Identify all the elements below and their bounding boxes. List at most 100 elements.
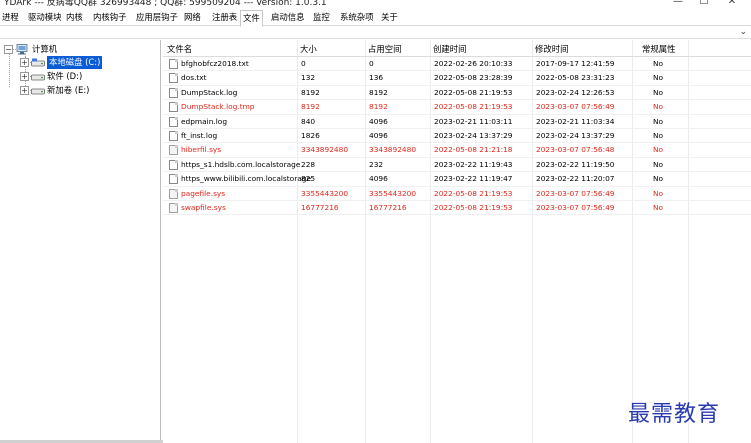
table-row[interactable]: ft_inst.log 1826 4096 2023-02-24 13:37:29 20… (163, 129, 751, 143)
column-header-size[interactable]: 大小 (300, 43, 317, 56)
cell-used: 0 (369, 59, 374, 68)
table-row[interactable]: dos.txt 132 136 2022-05-08 23:28:39 2022-05-… (163, 71, 751, 85)
cell-modified: 2017-09-17 12:41:59 (536, 59, 615, 68)
cell-created: 2022-05-08 23:28:39 (434, 73, 513, 83)
table-row[interactable]: DumpStack.log 8192 8192 2022-05-08 21:19:53… (163, 86, 751, 100)
collapse-icon[interactable]: − (4, 45, 13, 54)
tab-driver-modules[interactable]: 驱动模块 (26, 11, 64, 26)
expand-icon[interactable]: + (20, 86, 29, 95)
column-header-modified[interactable]: 修改时间 (535, 43, 569, 56)
table-row[interactable]: hiberfil.sys 3343892480 3343892480 2022-05-… (163, 143, 751, 157)
tab-system-misc[interactable]: 系统杂项 (338, 11, 376, 26)
cell-modified: 2023-02-24 13:37:29 (536, 131, 615, 140)
drive-icon (31, 58, 45, 68)
cell-modified: 2023-03-07 07:56:49 (536, 102, 615, 112)
cell-created: 2022-05-08 21:19:53 (434, 87, 513, 97)
cell-name: swapfile.sys (181, 203, 226, 212)
cell-size: 16777216 (301, 203, 339, 212)
table-row[interactable]: DumpStack.log.tmp 8192 8192 2022-05-08 21:1… (163, 100, 751, 114)
path-strip[interactable]: ⌄ (0, 27, 751, 39)
cell-size: 825 (301, 174, 316, 184)
window-title: YDArk --- 反病毒QQ群 326993448 ; QQ群: 599509… (4, 0, 327, 8)
table-row[interactable]: https_s1.hdslb.com.localstorage 228 232 202… (163, 158, 751, 172)
cell-created: 2023-02-24 13:37:29 (434, 131, 513, 140)
cell-used: 3343892480 (369, 145, 417, 155)
cell-attr: No (653, 188, 664, 198)
cell-name: https_www.bilibili.com.localstorage (181, 174, 312, 184)
cell-attr: No (653, 116, 664, 126)
column-header-name[interactable]: 文件名 (167, 43, 192, 56)
cell-size: 840 (301, 116, 316, 126)
cell-attr: No (653, 87, 664, 97)
cell-used: 136 (369, 73, 384, 83)
cell-size: 3355443200 (301, 188, 349, 198)
cell-name: pagefile.sys (181, 188, 226, 198)
cell-used: 8192 (369, 87, 388, 97)
tab-user-hooks[interactable]: 应用层钩子 (134, 11, 180, 26)
system-file-icon (169, 203, 178, 213)
tab-registry[interactable]: 注册表 (210, 11, 239, 26)
tab-startup-info[interactable]: 启动信息 (269, 11, 307, 26)
tab-kernel[interactable]: 内核 (64, 11, 85, 26)
cell-modified: 2022-05-08 23:31:23 (536, 73, 615, 83)
cell-used: 8192 (369, 102, 388, 112)
cell-created: 2023-02-22 11:19:43 (434, 159, 513, 169)
cell-used: 4096 (369, 131, 388, 140)
minimize-button[interactable]: — (668, 0, 688, 7)
expand-icon[interactable]: + (20, 58, 29, 67)
file-icon (169, 116, 178, 127)
cell-name: https_s1.hdslb.com.localstorage (181, 159, 301, 169)
cell-modified: 2023-02-22 11:19:50 (536, 159, 615, 169)
computer-icon (16, 44, 29, 55)
table-row[interactable]: https_www.bilibili.com.localstorage 825 40… (163, 172, 751, 186)
maximize-button[interactable]: ☐ (694, 0, 714, 7)
cell-name: dos.txt (181, 73, 207, 83)
cell-modified: 2023-02-24 12:26:53 (536, 87, 615, 97)
cell-name: edpmain.log (181, 116, 228, 126)
table-row[interactable]: pagefile.sys 3355443200 3355443200 2022-05-… (163, 187, 751, 201)
column-header-attributes[interactable]: 常规属性 (642, 43, 676, 56)
cell-used: 4096 (369, 116, 388, 126)
cell-attr: No (653, 159, 664, 169)
cell-modified: 2023-03-07 07:56:49 (536, 203, 615, 212)
file-icon (169, 102, 178, 113)
watermark-logo: 最需教育 (628, 402, 721, 427)
tree-item-label: 新加卷 (E:) (47, 85, 90, 95)
cell-created: 2023-02-21 11:03:11 (434, 116, 513, 126)
file-icon (169, 73, 178, 84)
tab-kernel-hooks[interactable]: 内核钩子 (91, 11, 129, 26)
column-header-used-space[interactable]: 占用空间 (368, 43, 402, 56)
cell-attr: No (653, 59, 664, 68)
tab-network[interactable]: 网络 (182, 11, 203, 26)
cell-size: 1826 (301, 131, 320, 140)
tree-item-label: 本地磁盘 (C:) (47, 56, 103, 69)
close-button[interactable]: ✕ (722, 0, 742, 7)
file-list: 文件名 大小 占用空间 创建时间 修改时间 常规属性 bfghobfcz2018… (163, 40, 751, 443)
cell-used: 16777216 (369, 203, 407, 212)
cell-used: 3355443200 (369, 188, 417, 198)
table-row[interactable]: edpmain.log 840 4096 2023-02-21 11:03:11 202… (163, 115, 751, 129)
tab-file[interactable]: 文件 (240, 10, 263, 27)
tab-about[interactable]: 关于 (379, 11, 400, 26)
tab-monitor[interactable]: 监控 (311, 11, 332, 26)
title-bar: YDArk --- 反病毒QQ群 326993448 ; QQ群: 599509… (0, 0, 751, 8)
file-icon (169, 174, 178, 185)
cell-attr: No (653, 174, 664, 184)
expand-icon[interactable]: + (20, 72, 29, 81)
file-icon (169, 159, 178, 170)
cell-created: 2022-02-26 20:10:33 (434, 59, 513, 68)
tab-process[interactable]: 进程 (0, 11, 21, 26)
cell-created: 2022-05-08 21:19:53 (434, 203, 513, 212)
cell-name: hiberfil.sys (181, 145, 222, 155)
cell-size: 3343892480 (301, 145, 349, 155)
table-row[interactable]: swapfile.sys 16777216 16777216 2022-05-08 2… (163, 201, 751, 215)
file-icon (169, 131, 178, 141)
cell-used: 4096 (369, 174, 388, 184)
tree-root-label: 计算机 (32, 44, 58, 54)
cell-name: DumpStack.log.tmp (181, 102, 255, 112)
column-header-created[interactable]: 创建时间 (433, 43, 467, 56)
chevron-down-icon[interactable]: ⌄ (739, 27, 747, 37)
cell-modified: 2023-03-07 07:56:49 (536, 188, 615, 198)
table-row[interactable]: bfghobfcz2018.txt 0 0 2022-02-26 20:10:33 20… (163, 57, 751, 71)
cell-created: 2023-02-22 11:19:47 (434, 174, 513, 184)
